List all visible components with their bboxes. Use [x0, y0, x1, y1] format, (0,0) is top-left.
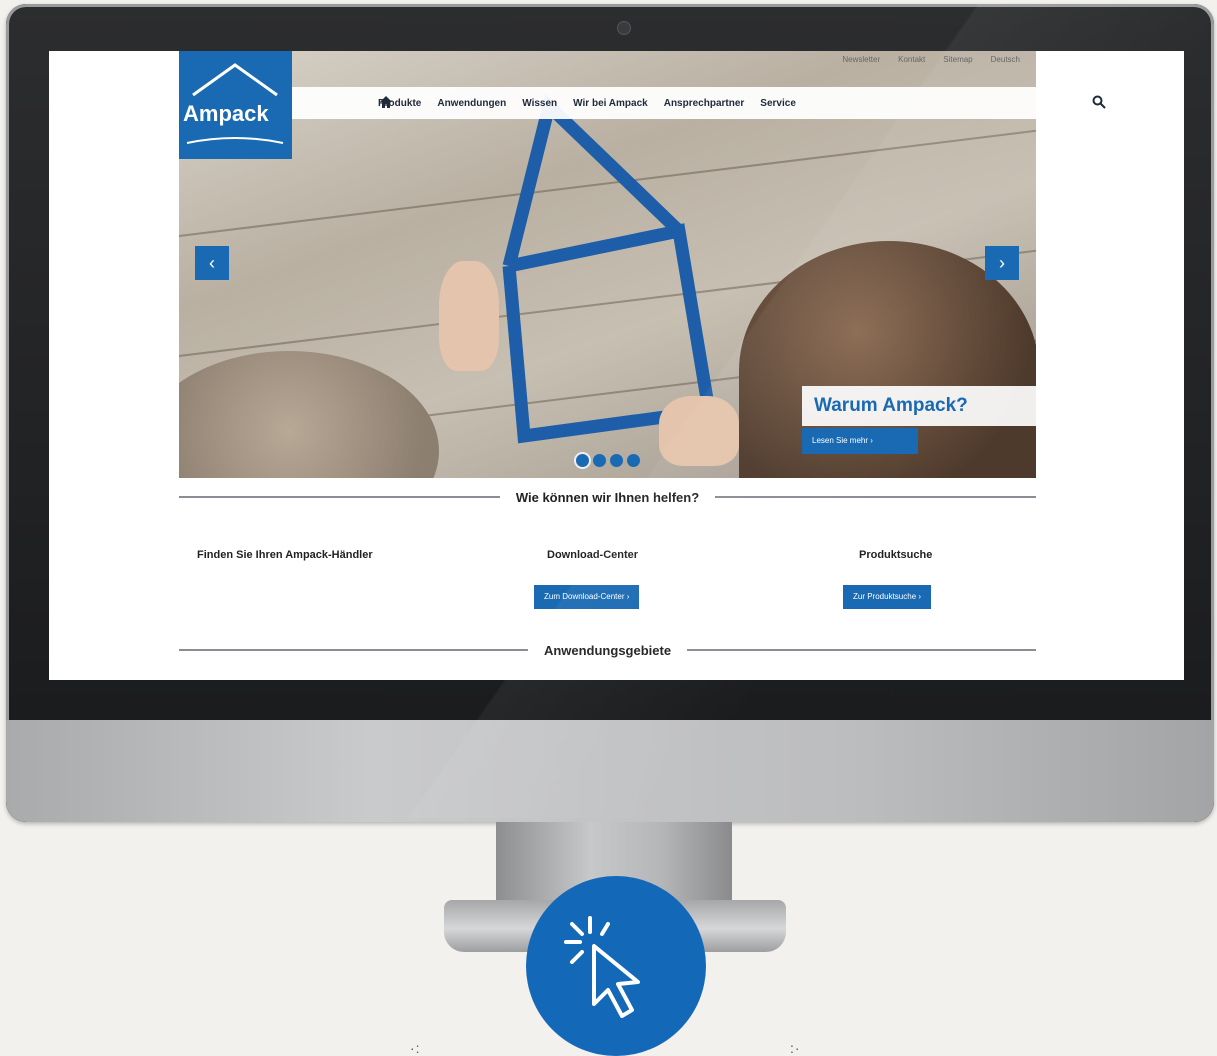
nav-item-anwendungen[interactable]: Anwendungen [437, 98, 506, 109]
top-link-sitemap[interactable]: Sitemap [943, 55, 972, 64]
hero-teaser: Warum Ampack? Lesen Sie mehr › [802, 386, 1036, 478]
divider [715, 496, 1036, 498]
hero-image-hand [659, 396, 739, 466]
download-center-button[interactable]: Zum Download-Center › [534, 585, 640, 609]
website: Ampack Newsletter Kontakt Sitemap Deutsc… [179, 51, 1106, 680]
top-link-contact[interactable]: Kontakt [898, 55, 925, 64]
help-section-heading: Wie können wir Ihnen helfen? [179, 487, 1036, 507]
applications-heading-text: Anwendungsgebiete [543, 642, 672, 658]
nav-item-wissen[interactable]: Wissen [522, 98, 557, 109]
product-search-button[interactable]: Zur Produktsuche › [843, 585, 932, 609]
slider-dot[interactable] [610, 454, 623, 467]
nav-item-wir-bei-ampack[interactable]: Wir bei Ampack [573, 98, 648, 109]
hero-image-hand [439, 261, 499, 371]
divider [179, 649, 528, 651]
top-links: Newsletter Kontakt Sitemap Deutsch [842, 55, 1020, 64]
help-heading-text: Wie können wir Ihnen helfen? [515, 489, 700, 505]
top-link-language[interactable]: Deutsch [991, 55, 1020, 64]
slider-next-button[interactable]: › [985, 246, 1019, 280]
read-more-button[interactable]: Lesen Sie mehr › [802, 428, 918, 454]
home-icon[interactable] [380, 96, 392, 108]
divider [179, 496, 500, 498]
decorative-dots: :· [790, 1040, 801, 1056]
logo-text: Ampack [183, 101, 269, 126]
cursor-click-icon [564, 916, 640, 1018]
teaser-title: Warum Ampack? [814, 395, 968, 416]
camera-icon [617, 21, 631, 35]
slider-dot[interactable] [593, 454, 606, 467]
slider-pagination [576, 454, 640, 467]
screen: Ampack Newsletter Kontakt Sitemap Deutsc… [49, 51, 1184, 680]
applications-section-heading: Anwendungsgebiete [179, 640, 1036, 660]
monitor-chin [6, 720, 1214, 822]
download-center-label: Download-Center [547, 549, 639, 561]
slider-dot[interactable] [576, 454, 589, 467]
dealer-finder-label[interactable]: Finden Sie Ihren Ampack-Händler [197, 549, 373, 561]
divider [687, 649, 1036, 651]
slider-prev-button[interactable]: ‹ [195, 246, 229, 280]
ampack-logo[interactable]: Ampack [179, 51, 292, 159]
main-navigation: Produkte Anwendungen Wissen Wir bei Ampa… [292, 87, 1106, 119]
top-link-newsletter[interactable]: Newsletter [842, 55, 880, 64]
product-search-label: Produktsuche [859, 549, 933, 561]
click-badge [526, 876, 706, 1056]
nav-item-ansprechpartner[interactable]: Ansprechpartner [664, 98, 745, 109]
decorative-dots: ·: [410, 1040, 421, 1056]
search-icon[interactable] [1092, 95, 1106, 109]
slider-dot[interactable] [627, 454, 640, 467]
nav-item-service[interactable]: Service [760, 98, 796, 109]
teaser-title-box: Warum Ampack? [802, 386, 1036, 426]
